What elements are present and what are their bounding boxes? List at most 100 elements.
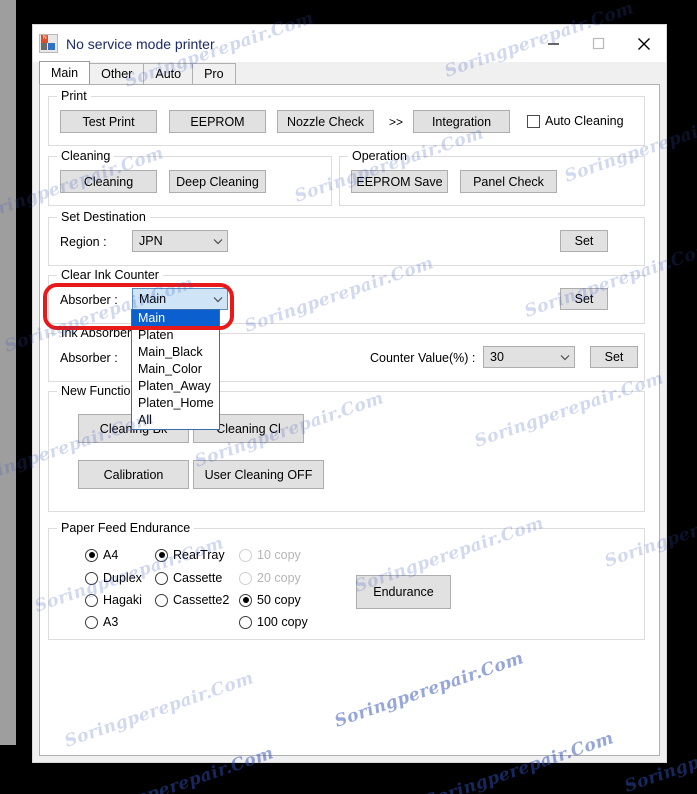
endurance-label: Endurance <box>373 585 434 599</box>
tab-panel-main: Print Test Print EEPROM Nozzle Check >> … <box>39 84 660 756</box>
radio-paper-a3-label: A3 <box>103 615 119 629</box>
radio-source-cassette2[interactable]: Cassette2 <box>155 593 229 607</box>
tab-main-label: Main <box>51 66 79 80</box>
ink-absorber-counter-set-button[interactable]: Set <box>590 346 638 368</box>
dropdown-option-all[interactable]: All <box>132 412 219 429</box>
close-icon[interactable] <box>621 25 666 62</box>
tab-strip: Main Other Auto Pro <box>39 61 666 84</box>
window-controls <box>531 25 666 62</box>
panel-check-button[interactable]: Panel Check <box>460 170 557 193</box>
user-cleaning-off-button[interactable]: User Cleaning OFF <box>193 460 324 489</box>
eeprom-button[interactable]: EEPROM <box>169 110 266 133</box>
radio-paper-a3[interactable]: A3 <box>85 615 118 629</box>
tab-other[interactable]: Other <box>89 63 145 84</box>
dropdown-option-main-color-label: Main_Color <box>138 362 202 376</box>
clear-ink-counter-set-label: Set <box>574 292 594 306</box>
radio-copies-10: 10 copy <box>239 548 301 562</box>
tab-auto[interactable]: Auto <box>143 63 194 84</box>
panel-check-label: Panel Check <box>473 174 544 189</box>
checkbox-box <box>527 114 540 128</box>
counter-value-select[interactable]: 30 <box>483 346 575 368</box>
dropdown-option-main-black-label: Main_Black <box>138 345 203 359</box>
radio-copies-100-label: 100 copy <box>257 615 308 629</box>
app-window: N No service mode printer Main Other Aut… <box>32 24 667 763</box>
dropdown-option-platen-home[interactable]: Platen_Home <box>132 395 219 412</box>
counter-value-value: 30 <box>490 350 504 364</box>
dropdown-option-platen-away-label: Platen_Away <box>138 379 211 393</box>
dropdown-option-platen-away[interactable]: Platen_Away <box>132 378 219 395</box>
window-title: No service mode printer <box>66 35 215 52</box>
absorber-dropdown-list[interactable]: Main Platen Main_Black Main_Color Platen… <box>131 309 220 430</box>
user-cleaning-off-label: User Cleaning OFF <box>204 467 313 482</box>
group-operation-legend: Operation <box>348 149 411 163</box>
endurance-button[interactable]: Endurance <box>356 575 451 609</box>
region-select[interactable]: JPN <box>132 230 228 252</box>
minimize-icon[interactable] <box>531 25 576 62</box>
eeprom-label: EEPROM <box>190 114 245 129</box>
tab-auto-label: Auto <box>155 67 182 81</box>
dropdown-option-main-color[interactable]: Main_Color <box>132 361 219 378</box>
dropdown-option-platen[interactable]: Platen <box>132 327 219 344</box>
radio-paper-a4[interactable]: A4 <box>85 548 118 562</box>
eeprom-save-label: EEPROM Save <box>356 174 443 189</box>
radio-copies-100[interactable]: 100 copy <box>239 615 308 629</box>
maximize-icon[interactable] <box>576 25 621 62</box>
radio-copies-10-label: 10 copy <box>257 548 301 562</box>
tab-main[interactable]: Main <box>39 61 91 84</box>
nozzle-check-label: Nozzle Check <box>286 114 365 129</box>
group-set-destination-legend: Set Destination <box>57 210 150 224</box>
test-print-label: Test Print <box>82 114 135 129</box>
eeprom-save-button[interactable]: EEPROM Save <box>351 170 448 193</box>
chevron-right-double-icon: >> <box>389 115 404 129</box>
radio-source-reartray[interactable]: RearTray <box>155 548 225 562</box>
cleaning-label: Cleaning <box>83 174 134 189</box>
dropdown-option-main-black[interactable]: Main_Black <box>132 344 219 361</box>
radio-dot <box>155 548 168 562</box>
cleaning-button[interactable]: Cleaning <box>60 170 157 193</box>
radio-paper-hagaki-label: Hagaki <box>103 593 142 607</box>
calibration-button[interactable]: Calibration <box>78 460 189 489</box>
radio-dot <box>85 593 98 607</box>
clear-ink-absorber-label: Absorber : <box>60 293 118 307</box>
printer-icon: N <box>39 34 58 53</box>
group-new-function-legend: New Function <box>57 384 142 398</box>
deep-cleaning-button[interactable]: Deep Cleaning <box>169 170 266 193</box>
radio-dot <box>239 615 252 629</box>
region-label: Region : <box>60 235 107 249</box>
group-print: Print Test Print EEPROM Nozzle Check >> … <box>48 89 645 146</box>
clear-ink-absorber-select[interactable]: Main <box>132 288 228 310</box>
calibration-label: Calibration <box>103 467 164 482</box>
radio-paper-hagaki[interactable]: Hagaki <box>85 593 142 607</box>
radio-source-cassette[interactable]: Cassette <box>155 571 222 585</box>
radio-dot <box>85 571 98 585</box>
radio-paper-a4-label: A4 <box>103 548 119 562</box>
ink-absorber-counter-set-label: Set <box>604 350 624 364</box>
tab-pro[interactable]: Pro <box>192 63 236 84</box>
nozzle-check-button[interactable]: Nozzle Check <box>277 110 374 133</box>
group-set-destination: Set Destination Region : JPN Set <box>48 210 645 266</box>
radio-copies-20-label: 20 copy <box>257 571 301 585</box>
integration-label: Integration <box>431 114 492 129</box>
group-clear-ink-counter-legend: Clear Ink Counter <box>57 268 163 282</box>
radio-dot <box>239 593 252 607</box>
dropdown-option-platen-home-label: Platen_Home <box>138 396 214 410</box>
auto-cleaning-checkbox[interactable]: Auto Cleaning <box>527 114 624 128</box>
set-destination-set-button[interactable]: Set <box>560 230 608 252</box>
set-destination-set-label: Set <box>574 234 594 248</box>
clear-ink-counter-set-button[interactable]: Set <box>560 288 608 310</box>
radio-copies-50[interactable]: 50 copy <box>239 593 301 607</box>
group-operation: Operation EEPROM Save Panel Check <box>339 149 645 206</box>
dropdown-option-main[interactable]: Main <box>132 310 219 327</box>
chevron-down-icon <box>556 354 574 361</box>
counter-value-label: Counter Value(%) : <box>370 351 476 365</box>
radio-source-cassette2-label: Cassette2 <box>173 593 230 607</box>
radio-source-cassette-label: Cassette <box>173 571 223 585</box>
radio-source-reartray-label: RearTray <box>173 548 225 562</box>
deep-cleaning-label: Deep Cleaning <box>176 174 259 189</box>
radio-dot <box>155 593 168 607</box>
tab-other-label: Other <box>101 67 133 81</box>
radio-paper-duplex[interactable]: Duplex <box>85 571 142 585</box>
test-print-button[interactable]: Test Print <box>60 110 157 133</box>
integration-button[interactable]: Integration <box>413 110 510 133</box>
radio-dot <box>239 548 252 562</box>
